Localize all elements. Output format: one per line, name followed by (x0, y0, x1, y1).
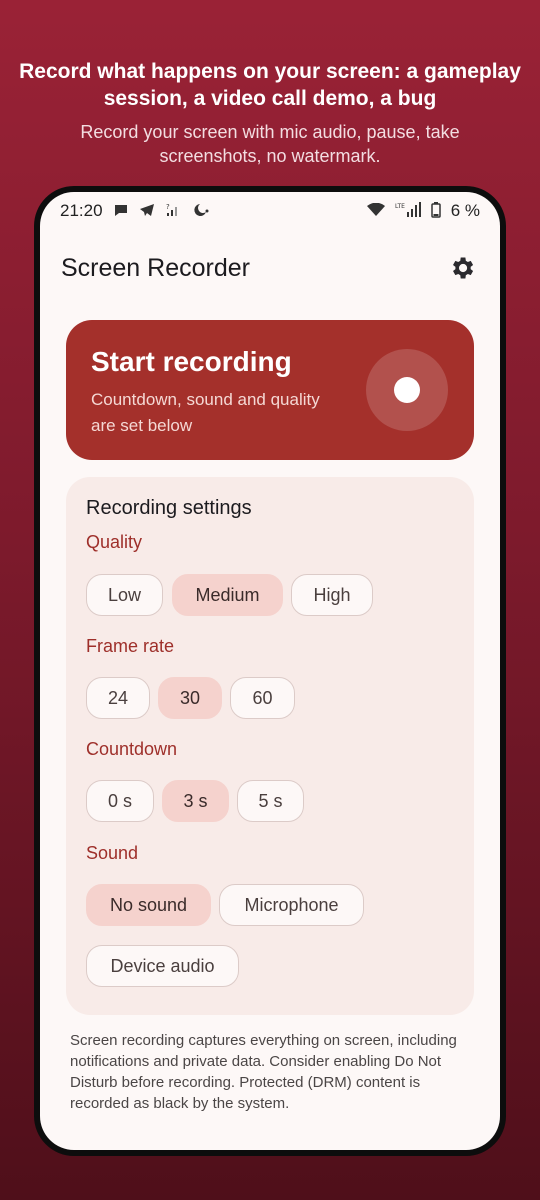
quality-label: Quality (86, 532, 143, 552)
network-type-label: LTE (395, 203, 405, 210)
signal-icon: LTE (395, 201, 421, 221)
svg-text:?: ? (166, 203, 170, 211)
chat-icon (113, 202, 129, 221)
sound-chip-no-sound[interactable]: No sound (86, 884, 211, 926)
record-icon (394, 377, 420, 403)
night-mode-icon (191, 202, 209, 221)
sound-chip-device-audio[interactable]: Device audio (86, 945, 239, 987)
telegram-icon (139, 202, 155, 221)
quality-chip-high[interactable]: High (291, 574, 373, 616)
frame-rate-label: Frame rate (86, 636, 175, 656)
gear-icon[interactable] (448, 254, 476, 282)
battery-percent: 6 % (450, 201, 480, 220)
frame-rate-chip-24[interactable]: 24 (86, 677, 150, 719)
start-recording-title: Start recording (91, 346, 292, 377)
status-bar: 21:20 ? LTE 6 % (40, 192, 500, 230)
no-signal-icon: ? (165, 202, 181, 221)
record-button[interactable] (366, 349, 448, 431)
quality-chip-low[interactable]: Low (86, 574, 163, 616)
wifi-icon (366, 202, 385, 220)
quality-chip-medium[interactable]: Medium (172, 574, 283, 616)
promo-title: Record what happens on your screen: a ga… (19, 60, 521, 110)
disclaimer-text: Screen recording captures everything on … (70, 1032, 457, 1112)
frame-rate-chip-60[interactable]: 60 (230, 677, 295, 719)
settings-title: Recording settings (86, 497, 252, 519)
status-time: 21:20 (60, 201, 103, 220)
countdown-chip-0s[interactable]: 0 s (86, 780, 154, 822)
sound-chip-microphone[interactable]: Microphone (219, 884, 364, 926)
recording-settings-card: Recording settings Quality Low Medium Hi… (66, 477, 474, 1015)
sound-label: Sound (86, 843, 139, 863)
battery-icon (430, 201, 441, 221)
countdown-label: Countdown (86, 739, 178, 759)
start-recording-card[interactable]: Start recording Countdown, sound and qua… (66, 320, 474, 460)
countdown-chip-5s[interactable]: 5 s (237, 780, 304, 822)
frame-rate-chip-30[interactable]: 30 (158, 677, 222, 719)
app-title: Screen Recorder (61, 254, 250, 282)
countdown-chip-3s[interactable]: 3 s (162, 780, 229, 822)
start-recording-description: Countdown, sound and quality are set bel… (91, 390, 320, 435)
app-screen: 21:20 ? LTE 6 % Screen Recorder Start re… (40, 192, 500, 1150)
promo-subtitle: Record your screen with mic audio, pause… (80, 122, 460, 166)
